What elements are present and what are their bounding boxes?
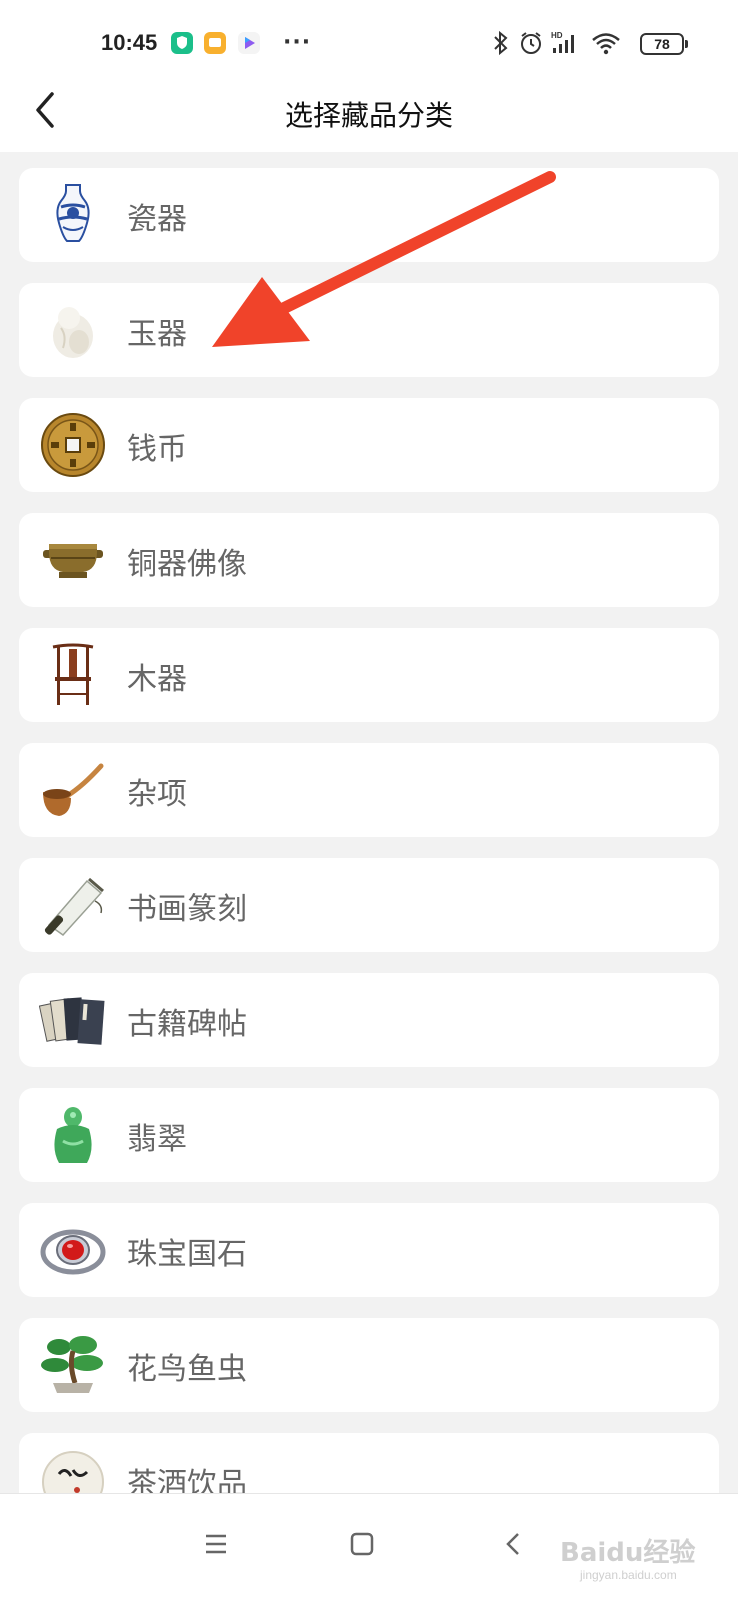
navigation-bar: Baidu经验 jingyan.baidu.com (0, 1493, 738, 1600)
category-list: 瓷器 玉器 钱币 铜器佛像 木器 杂项 书画篆刻 古籍碑帖 翡翠 珠宝国石 花鸟… (19, 168, 719, 1493)
porcelain-vase-icon (56, 184, 90, 242)
back-triangle-icon[interactable] (494, 1524, 534, 1564)
battery-indicator: 78 (640, 33, 688, 55)
category-label: 瓷器 (127, 202, 187, 237)
video-app-icon (238, 32, 260, 54)
signal-icon: HD (551, 31, 574, 53)
ruby-ring-icon (40, 1229, 106, 1275)
category-label: 花鸟鱼虫 (127, 1352, 247, 1387)
wifi-icon (592, 33, 620, 55)
category-item-porcelain[interactable]: 瓷器 (19, 168, 719, 262)
category-label: 钱币 (127, 432, 187, 467)
category-item-misc[interactable]: 杂项 (19, 743, 719, 837)
category-item-flora-fauna[interactable]: 花鸟鱼虫 (19, 1318, 719, 1412)
category-label: 茶酒饮品 (127, 1467, 247, 1493)
svg-text:HD: HD (551, 31, 563, 40)
jadeite-buddha-icon (54, 1107, 92, 1163)
bonsai-icon (41, 1336, 103, 1393)
category-item-calligraphy[interactable]: 书画篆刻 (19, 858, 719, 952)
scroll-icon (44, 877, 104, 936)
watermark-url: jingyan.baidu.com (580, 1568, 677, 1582)
header-bar: 选择藏品分类 (0, 88, 738, 152)
menu-icon[interactable] (196, 1524, 236, 1564)
more-notifications-icon: ··· (283, 30, 312, 55)
category-label: 铜器佛像 (127, 547, 247, 582)
category-item-tea-wine[interactable]: 茶酒饮品 (19, 1433, 719, 1493)
category-label: 珠宝国石 (127, 1237, 247, 1272)
message-app-icon (204, 32, 226, 54)
home-square-icon[interactable] (342, 1524, 382, 1564)
pipe-icon (43, 763, 104, 816)
watermark-text: Baidu经验 (560, 1538, 696, 1568)
alarm-icon (521, 32, 541, 54)
category-label: 玉器 (127, 317, 187, 352)
ancient-books-icon (39, 997, 105, 1045)
category-label: 书画篆刻 (127, 892, 247, 927)
category-item-books[interactable]: 古籍碑帖 (19, 973, 719, 1067)
category-label: 古籍碑帖 (127, 1007, 247, 1042)
status-time: 10:45 (101, 30, 158, 55)
security-app-icon (171, 32, 193, 54)
wooden-chair-icon (52, 643, 94, 705)
category-item-bronze[interactable]: 铜器佛像 (19, 513, 719, 607)
bronze-censer-icon (43, 544, 103, 578)
coin-icon (41, 413, 105, 477)
page-title: 选择藏品分类 (284, 99, 453, 132)
bluetooth-icon (494, 30, 508, 56)
tea-cake-icon (42, 1451, 104, 1493)
category-label: 木器 (127, 662, 187, 697)
category-label: 翡翠 (127, 1122, 187, 1157)
category-item-wood[interactable]: 木器 (19, 628, 719, 722)
category-item-jewelry[interactable]: 珠宝国石 (19, 1203, 719, 1297)
category-item-coin[interactable]: 钱币 (19, 398, 719, 492)
jade-carving-icon (53, 307, 93, 358)
category-item-jadeite[interactable]: 翡翠 (19, 1088, 719, 1182)
category-label: 杂项 (127, 777, 187, 812)
category-item-jade[interactable]: 玉器 (19, 283, 719, 377)
status-bar: 10:45 ··· HD 78 (0, 0, 738, 88)
